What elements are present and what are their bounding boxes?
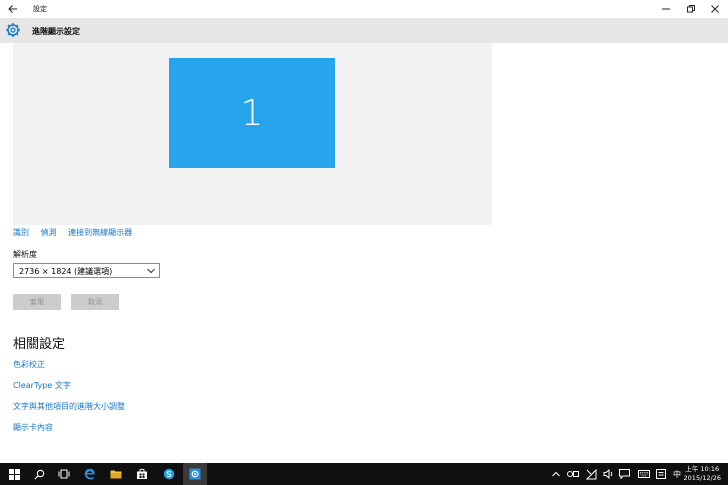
- network-icon: [585, 468, 596, 479]
- back-arrow-icon: [8, 5, 17, 13]
- gear-icon: [6, 23, 20, 37]
- window-title: 設定: [33, 5, 47, 13]
- settings-header: 進階顯示設定: [0, 18, 728, 43]
- restore-button[interactable]: [683, 2, 699, 16]
- display-links: 識別 偵測 連接到無線顯示器: [13, 227, 141, 238]
- keyboard-tray[interactable]: [636, 463, 652, 485]
- keyboard-icon: [638, 470, 650, 478]
- volume-icon: [603, 469, 612, 479]
- resolution-value: 2736 × 1824 (建議選項): [19, 267, 113, 276]
- minimize-button[interactable]: [658, 2, 674, 16]
- windows-start-icon: [8, 468, 20, 480]
- advanced-sizing-link[interactable]: 文字與其他項目的進階大小調整: [13, 401, 125, 412]
- connect-wireless-display-link[interactable]: 連接到無線顯示器: [68, 228, 132, 237]
- edge-icon: [84, 468, 95, 480]
- minimize-icon: [662, 8, 670, 10]
- taskbar-clock[interactable]: 上午 10:16 2015/12/26: [684, 465, 721, 483]
- store-icon: [137, 468, 147, 479]
- search-icon: [34, 469, 44, 479]
- file-explorer-icon: [110, 470, 122, 479]
- start-button[interactable]: [2, 463, 26, 485]
- close-button[interactable]: [707, 2, 723, 16]
- search-button[interactable]: [27, 463, 51, 485]
- related-settings-title: 相關設定: [13, 337, 66, 352]
- clock-date: 2015/12/26: [683, 474, 721, 482]
- display-adapter-properties-link[interactable]: 顯示卡內容: [13, 422, 53, 433]
- settings-icon: [189, 468, 201, 480]
- store-taskbar-button[interactable]: [130, 463, 154, 485]
- identify-link[interactable]: 識別: [13, 228, 29, 237]
- chevron-up-icon: [552, 471, 560, 477]
- message-icon: [656, 469, 666, 479]
- edge-taskbar-button[interactable]: [78, 463, 102, 485]
- volume-tray[interactable]: [601, 463, 615, 485]
- close-icon: [711, 5, 719, 13]
- cleartype-text-link[interactable]: ClearType 文字: [13, 380, 71, 391]
- skype-taskbar-button[interactable]: [157, 463, 181, 485]
- back-button[interactable]: [6, 2, 20, 16]
- show-hidden-icons-button[interactable]: [550, 463, 562, 485]
- cancel-button[interactable]: 取消: [71, 294, 119, 310]
- touch-keyboard-tray[interactable]: [566, 463, 580, 485]
- detect-link[interactable]: 偵測: [41, 228, 57, 237]
- file-explorer-taskbar-button[interactable]: [104, 463, 128, 485]
- resolution-label: 解析度: [13, 250, 37, 259]
- apply-button[interactable]: 套用: [13, 294, 61, 310]
- monitor-1-tile[interactable]: 1: [169, 58, 335, 168]
- monitor-number: 1: [240, 92, 264, 134]
- task-view-icon: [58, 469, 70, 479]
- input-language-tray[interactable]: 中: [670, 463, 684, 485]
- chevron-down-icon: [147, 268, 155, 274]
- taskbar: 中 上午 10:16 2015/12/26: [0, 463, 728, 485]
- notifications-tray[interactable]: [654, 463, 668, 485]
- settings-taskbar-button[interactable]: [183, 463, 207, 485]
- task-view-button[interactable]: [52, 463, 76, 485]
- skype-icon: [163, 468, 175, 480]
- touch-keyboard-icon: [567, 471, 579, 477]
- restore-icon: [687, 5, 695, 13]
- color-calibration-link[interactable]: 色彩校正: [13, 359, 45, 370]
- action-center-icon: [619, 469, 630, 479]
- resolution-dropdown[interactable]: 2736 × 1824 (建議選項): [13, 263, 160, 278]
- action-center-tray[interactable]: [617, 463, 632, 485]
- title-bar: 設定: [0, 0, 728, 18]
- page-title: 進階顯示設定: [32, 27, 80, 36]
- network-tray[interactable]: [584, 463, 598, 485]
- clock-time: 上午 10:16: [685, 465, 720, 473]
